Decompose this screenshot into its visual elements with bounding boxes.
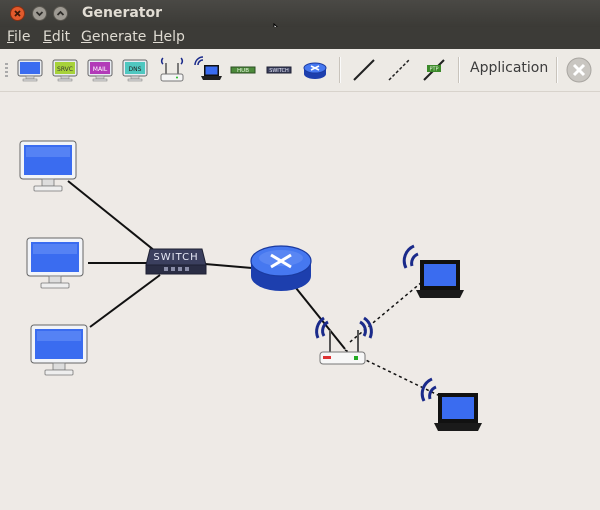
pc-node-1[interactable] xyxy=(18,140,80,198)
menu-edit[interactable]: Edit xyxy=(43,29,70,45)
pc-icon xyxy=(30,324,88,376)
add-hub-button[interactable]: HUB xyxy=(228,55,258,85)
add-dns-server-button[interactable]: DNS xyxy=(120,55,150,85)
add-ptp-link-button[interactable]: PTP xyxy=(419,55,449,85)
add-access-point-button[interactable] xyxy=(157,55,187,85)
ptp-link-icon: PTP xyxy=(423,59,445,81)
server-icon: SRVC xyxy=(52,59,78,82)
access-point-node[interactable] xyxy=(312,314,376,372)
close-icon xyxy=(10,6,25,21)
switch-icon: SWITCH xyxy=(145,248,207,275)
generator-window: Generator File Edit Generate Help SRVC M… xyxy=(0,0,600,510)
router-icon xyxy=(303,62,327,79)
window-title: Generator xyxy=(82,5,163,21)
maximize-window-button[interactable] xyxy=(53,6,68,21)
add-pc-button[interactable] xyxy=(15,55,45,85)
toolbar-separator xyxy=(458,57,460,83)
network-canvas[interactable]: SWITCH xyxy=(0,92,600,510)
application-button[interactable]: Application xyxy=(470,60,548,76)
pc-icon xyxy=(19,140,77,192)
wifi-laptop-icon xyxy=(402,244,464,298)
svg-text:SRVC: SRVC xyxy=(57,66,73,73)
menu-file[interactable]: File xyxy=(7,29,30,45)
wired-link-icon xyxy=(353,59,375,81)
add-router-button[interactable] xyxy=(300,55,330,85)
title-bar: Generator xyxy=(0,0,600,41)
router-icon xyxy=(250,245,312,291)
menu-bar: File Edit Generate Help xyxy=(0,27,600,49)
access-point-icon xyxy=(315,316,373,365)
link-pc3-switch[interactable] xyxy=(89,274,161,328)
pc-node-3[interactable] xyxy=(29,324,91,382)
switch-icon: SWITCH xyxy=(266,66,292,74)
minimize-icon xyxy=(32,6,47,21)
add-mail-server-button[interactable]: MAIL xyxy=(85,55,115,85)
wifi-laptop-node-1[interactable] xyxy=(402,242,468,306)
toolbar: SRVC MAIL DNS HUB SWITCH PTP Application xyxy=(0,49,600,92)
wireless-link-icon xyxy=(388,59,410,81)
delete-button[interactable] xyxy=(564,55,594,85)
add-wired-link-button[interactable] xyxy=(349,55,379,85)
svg-text:PTP: PTP xyxy=(429,67,438,73)
pc-icon xyxy=(26,237,84,289)
svg-text:HUB: HUB xyxy=(237,68,249,74)
wifi-laptop-icon xyxy=(194,56,222,80)
pc-node-2[interactable] xyxy=(25,237,87,295)
maximize-icon xyxy=(53,6,68,21)
pc-icon xyxy=(17,59,43,82)
wifi-laptop-icon xyxy=(420,377,482,431)
link-switch-router[interactable] xyxy=(204,263,253,269)
add-wireless-link-button[interactable] xyxy=(384,55,414,85)
toolbar-separator xyxy=(339,57,341,83)
switch-node[interactable]: SWITCH xyxy=(144,247,208,281)
dns-server-icon: DNS xyxy=(122,59,148,82)
toolbar-grip[interactable] xyxy=(5,63,8,77)
minimize-window-button[interactable] xyxy=(32,6,47,21)
wifi-laptop-node-2[interactable] xyxy=(420,375,486,439)
delete-icon xyxy=(566,57,592,83)
switch-label: SWITCH xyxy=(153,252,198,263)
mail-server-icon: MAIL xyxy=(87,59,113,82)
access-point-icon xyxy=(160,57,184,82)
close-window-button[interactable] xyxy=(10,6,25,21)
add-wifi-laptop-button[interactable] xyxy=(194,55,224,85)
router-node[interactable] xyxy=(250,244,314,298)
menu-generate[interactable]: Generate xyxy=(81,29,146,45)
menu-help[interactable]: Help xyxy=(153,29,185,45)
svg-text:SWITCH: SWITCH xyxy=(269,68,289,74)
hub-icon: HUB xyxy=(230,66,256,74)
add-switch-button[interactable]: SWITCH xyxy=(264,55,294,85)
add-server-button[interactable]: SRVC xyxy=(50,55,80,85)
svg-text:DNS: DNS xyxy=(129,66,142,73)
network-diagram xyxy=(67,180,441,397)
toolbar-separator xyxy=(556,57,558,83)
svg-text:MAIL: MAIL xyxy=(93,66,108,73)
